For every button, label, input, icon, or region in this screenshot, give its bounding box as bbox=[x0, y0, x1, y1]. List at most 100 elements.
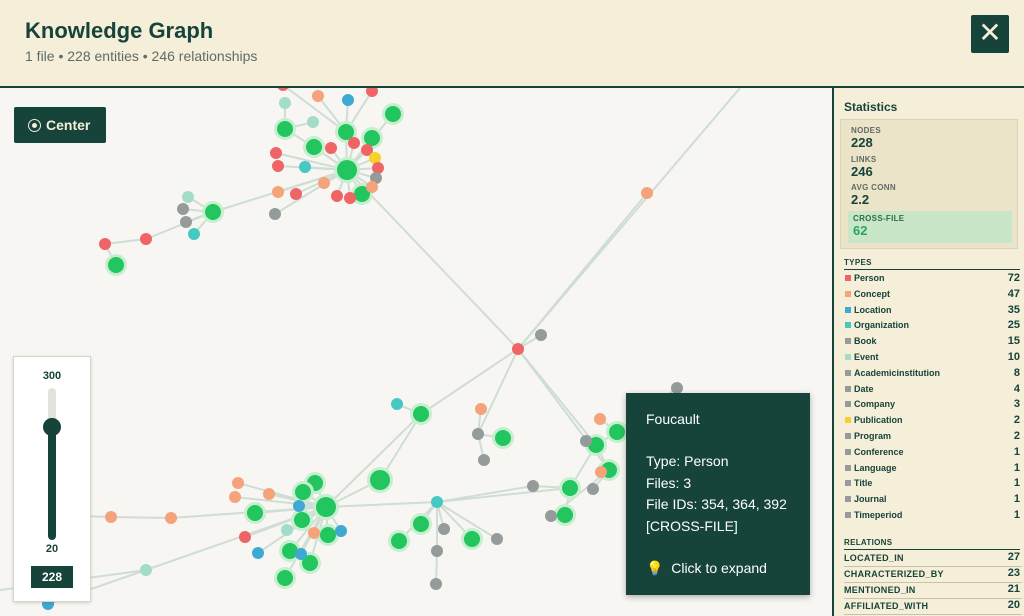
graph-node[interactable] bbox=[140, 233, 152, 245]
graph-node[interactable] bbox=[475, 403, 487, 415]
graph-node[interactable] bbox=[331, 190, 343, 202]
type-row[interactable]: Journal 1 bbox=[844, 493, 1022, 508]
graph-node[interactable] bbox=[391, 398, 403, 410]
graph-node[interactable] bbox=[413, 406, 429, 422]
graph-node[interactable] bbox=[279, 97, 291, 109]
graph-node[interactable] bbox=[99, 238, 111, 250]
graph-node[interactable] bbox=[177, 203, 189, 215]
graph-node[interactable] bbox=[299, 161, 311, 173]
graph-node[interactable] bbox=[545, 510, 557, 522]
graph-node[interactable] bbox=[180, 216, 192, 228]
graph-node[interactable] bbox=[105, 511, 117, 523]
graph-node[interactable] bbox=[472, 428, 484, 440]
graph-node[interactable] bbox=[295, 548, 307, 560]
tooltip-expand-action[interactable]: 💡 Click to expand bbox=[646, 558, 790, 579]
type-row[interactable]: Company 3 bbox=[844, 398, 1022, 413]
type-row[interactable]: Location 35 bbox=[844, 304, 1022, 319]
graph-node[interactable] bbox=[290, 188, 302, 200]
type-row[interactable]: Event 10 bbox=[844, 351, 1022, 366]
graph-node[interactable] bbox=[294, 512, 310, 528]
graph-node[interactable] bbox=[277, 570, 293, 586]
graph-node[interactable] bbox=[307, 116, 319, 128]
slider-thumb[interactable] bbox=[43, 418, 61, 437]
graph-node[interactable] bbox=[205, 204, 221, 220]
graph-node[interactable] bbox=[385, 106, 401, 122]
graph-node[interactable] bbox=[277, 88, 289, 91]
graph-node[interactable] bbox=[478, 454, 490, 466]
graph-node[interactable] bbox=[430, 578, 442, 590]
graph-node[interactable] bbox=[527, 480, 539, 492]
graph-node[interactable] bbox=[609, 424, 625, 440]
relation-row[interactable]: AFFILIATED_WITH 20 bbox=[844, 599, 1022, 615]
relation-row[interactable]: CHARACTERIZED_BY 23 bbox=[844, 567, 1022, 583]
graph-node[interactable] bbox=[320, 527, 336, 543]
graph-node[interactable] bbox=[562, 480, 578, 496]
graph-node[interactable] bbox=[306, 139, 322, 155]
graph-node[interactable] bbox=[431, 496, 443, 508]
type-row[interactable]: Language 1 bbox=[844, 462, 1022, 477]
graph-node[interactable] bbox=[108, 257, 124, 273]
graph-node[interactable] bbox=[312, 90, 324, 102]
graph-node[interactable] bbox=[372, 162, 384, 174]
graph-node[interactable] bbox=[165, 512, 177, 524]
node-tooltip[interactable]: Foucault Type: Person Files: 3 File IDs:… bbox=[626, 393, 810, 595]
graph-node[interactable] bbox=[491, 533, 503, 545]
graph-node[interactable] bbox=[348, 137, 360, 149]
graph-node[interactable] bbox=[269, 208, 281, 220]
graph-node[interactable] bbox=[364, 130, 380, 146]
graph-node[interactable] bbox=[270, 147, 282, 159]
graph-node[interactable] bbox=[229, 491, 241, 503]
graph-node[interactable] bbox=[182, 191, 194, 203]
type-row[interactable]: Publication 2 bbox=[844, 414, 1022, 429]
graph-node[interactable] bbox=[595, 466, 607, 478]
graph-node[interactable] bbox=[641, 187, 653, 199]
graph-node[interactable] bbox=[232, 477, 244, 489]
relation-row[interactable]: MENTIONED_IN 21 bbox=[844, 583, 1022, 599]
type-row[interactable]: Academicinstitution 8 bbox=[844, 367, 1022, 382]
graph-node[interactable] bbox=[325, 142, 337, 154]
graph-node[interactable] bbox=[413, 516, 429, 532]
type-row[interactable]: Conference 1 bbox=[844, 446, 1022, 461]
graph-node[interactable] bbox=[247, 505, 263, 521]
graph-node[interactable] bbox=[344, 192, 356, 204]
graph-node[interactable] bbox=[464, 531, 480, 547]
graph-node[interactable] bbox=[512, 343, 524, 355]
graph-node[interactable] bbox=[272, 160, 284, 172]
graph-node[interactable] bbox=[370, 470, 390, 490]
graph-node[interactable] bbox=[587, 483, 599, 495]
graph-canvas[interactable]: Center 300 20 228 Foucault Type: Person … bbox=[0, 88, 832, 616]
type-row[interactable]: Timeperiod 1 bbox=[844, 509, 1022, 524]
close-button[interactable]: ✕ bbox=[971, 15, 1009, 53]
type-row[interactable]: Title 1 bbox=[844, 477, 1022, 492]
graph-node[interactable] bbox=[391, 533, 407, 549]
graph-node[interactable] bbox=[535, 329, 547, 341]
graph-node[interactable] bbox=[594, 413, 606, 425]
type-row[interactable]: Book 15 bbox=[844, 335, 1022, 350]
graph-node[interactable] bbox=[495, 430, 511, 446]
graph-node[interactable] bbox=[277, 121, 293, 137]
graph-node[interactable] bbox=[431, 545, 443, 557]
graph-node[interactable] bbox=[335, 525, 347, 537]
graph-node[interactable] bbox=[252, 547, 264, 559]
graph-node[interactable] bbox=[337, 160, 357, 180]
graph-node[interactable] bbox=[308, 527, 320, 539]
center-button[interactable]: Center bbox=[14, 107, 106, 143]
graph-node[interactable] bbox=[366, 88, 378, 97]
graph-node[interactable] bbox=[140, 564, 152, 576]
node-limit-slider-track[interactable] bbox=[48, 388, 56, 540]
relation-row[interactable]: LOCATED_IN 27 bbox=[844, 551, 1022, 567]
graph-node[interactable] bbox=[342, 94, 354, 106]
graph-node[interactable] bbox=[295, 484, 311, 500]
type-row[interactable]: Program 2 bbox=[844, 430, 1022, 445]
graph-node[interactable] bbox=[281, 524, 293, 536]
graph-node[interactable] bbox=[318, 177, 330, 189]
graph-node[interactable] bbox=[557, 507, 573, 523]
graph-node[interactable] bbox=[316, 497, 336, 517]
graph-node[interactable] bbox=[263, 488, 275, 500]
graph-node[interactable] bbox=[188, 228, 200, 240]
type-row[interactable]: Concept 47 bbox=[844, 288, 1022, 303]
type-row[interactable]: Date 4 bbox=[844, 383, 1022, 398]
type-row[interactable]: Person 72 bbox=[844, 272, 1022, 287]
graph-node[interactable] bbox=[438, 523, 450, 535]
graph-node[interactable] bbox=[580, 435, 592, 447]
